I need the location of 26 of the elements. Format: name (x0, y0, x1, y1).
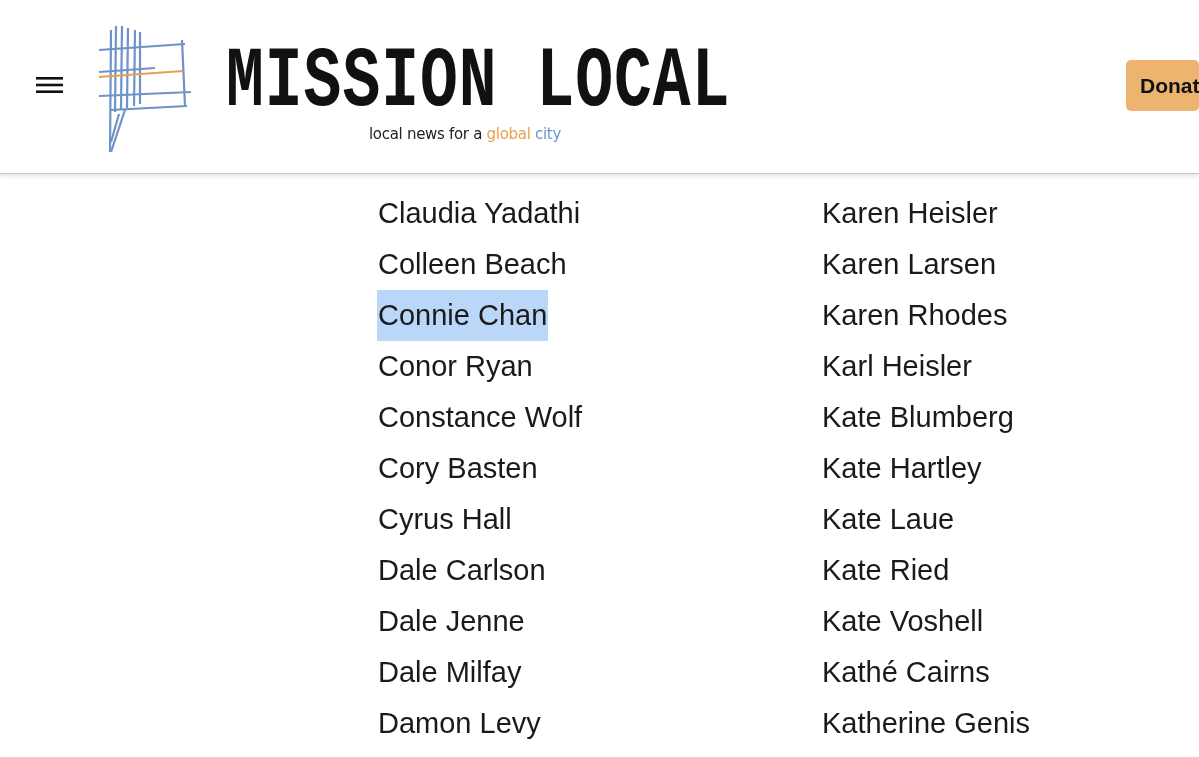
name-link[interactable]: Kathé Cairns (821, 647, 991, 698)
donate-button[interactable]: Donat (1126, 60, 1199, 111)
name-link[interactable]: Colleen Beach (377, 239, 568, 290)
name-link[interactable]: Karen Rhodes (821, 290, 1009, 341)
name-link[interactable]: Cory Basten (377, 443, 539, 494)
name-link[interactable]: Kate Laue (821, 494, 956, 545)
name-link[interactable]: Dale Jenne (377, 596, 526, 647)
name-link[interactable]: Karen Heisler (821, 188, 999, 239)
name-link[interactable]: Damon Levy (377, 698, 542, 749)
site-tagline: local news for a global city (369, 124, 561, 145)
name-link[interactable]: Kate Blumberg (821, 392, 1015, 443)
name-link[interactable]: Conor Ryan (377, 341, 534, 392)
name-link[interactable]: Katherine Genis (821, 698, 1031, 749)
menu-icon[interactable] (36, 76, 63, 94)
name-link[interactable]: Kate Hartley (821, 443, 983, 494)
name-link[interactable]: Constance Wolf (377, 392, 584, 443)
name-link[interactable]: Karen Larsen (821, 239, 998, 290)
name-link[interactable]: Karl Heisler (821, 341, 973, 392)
name-link[interactable]: Cyrus Hall (377, 494, 513, 545)
site-title[interactable]: MISSION LOCAL (226, 40, 731, 126)
name-link[interactable]: Dale Carlson (377, 545, 547, 596)
name-link[interactable]: Dale Milfay (377, 647, 523, 698)
name-link[interactable]: Kate Voshell (821, 596, 985, 647)
name-link[interactable]: Connie Chan (377, 290, 549, 341)
name-link[interactable]: Claudia Yadathi (377, 188, 582, 239)
name-link[interactable]: Kate Ried (821, 545, 951, 596)
